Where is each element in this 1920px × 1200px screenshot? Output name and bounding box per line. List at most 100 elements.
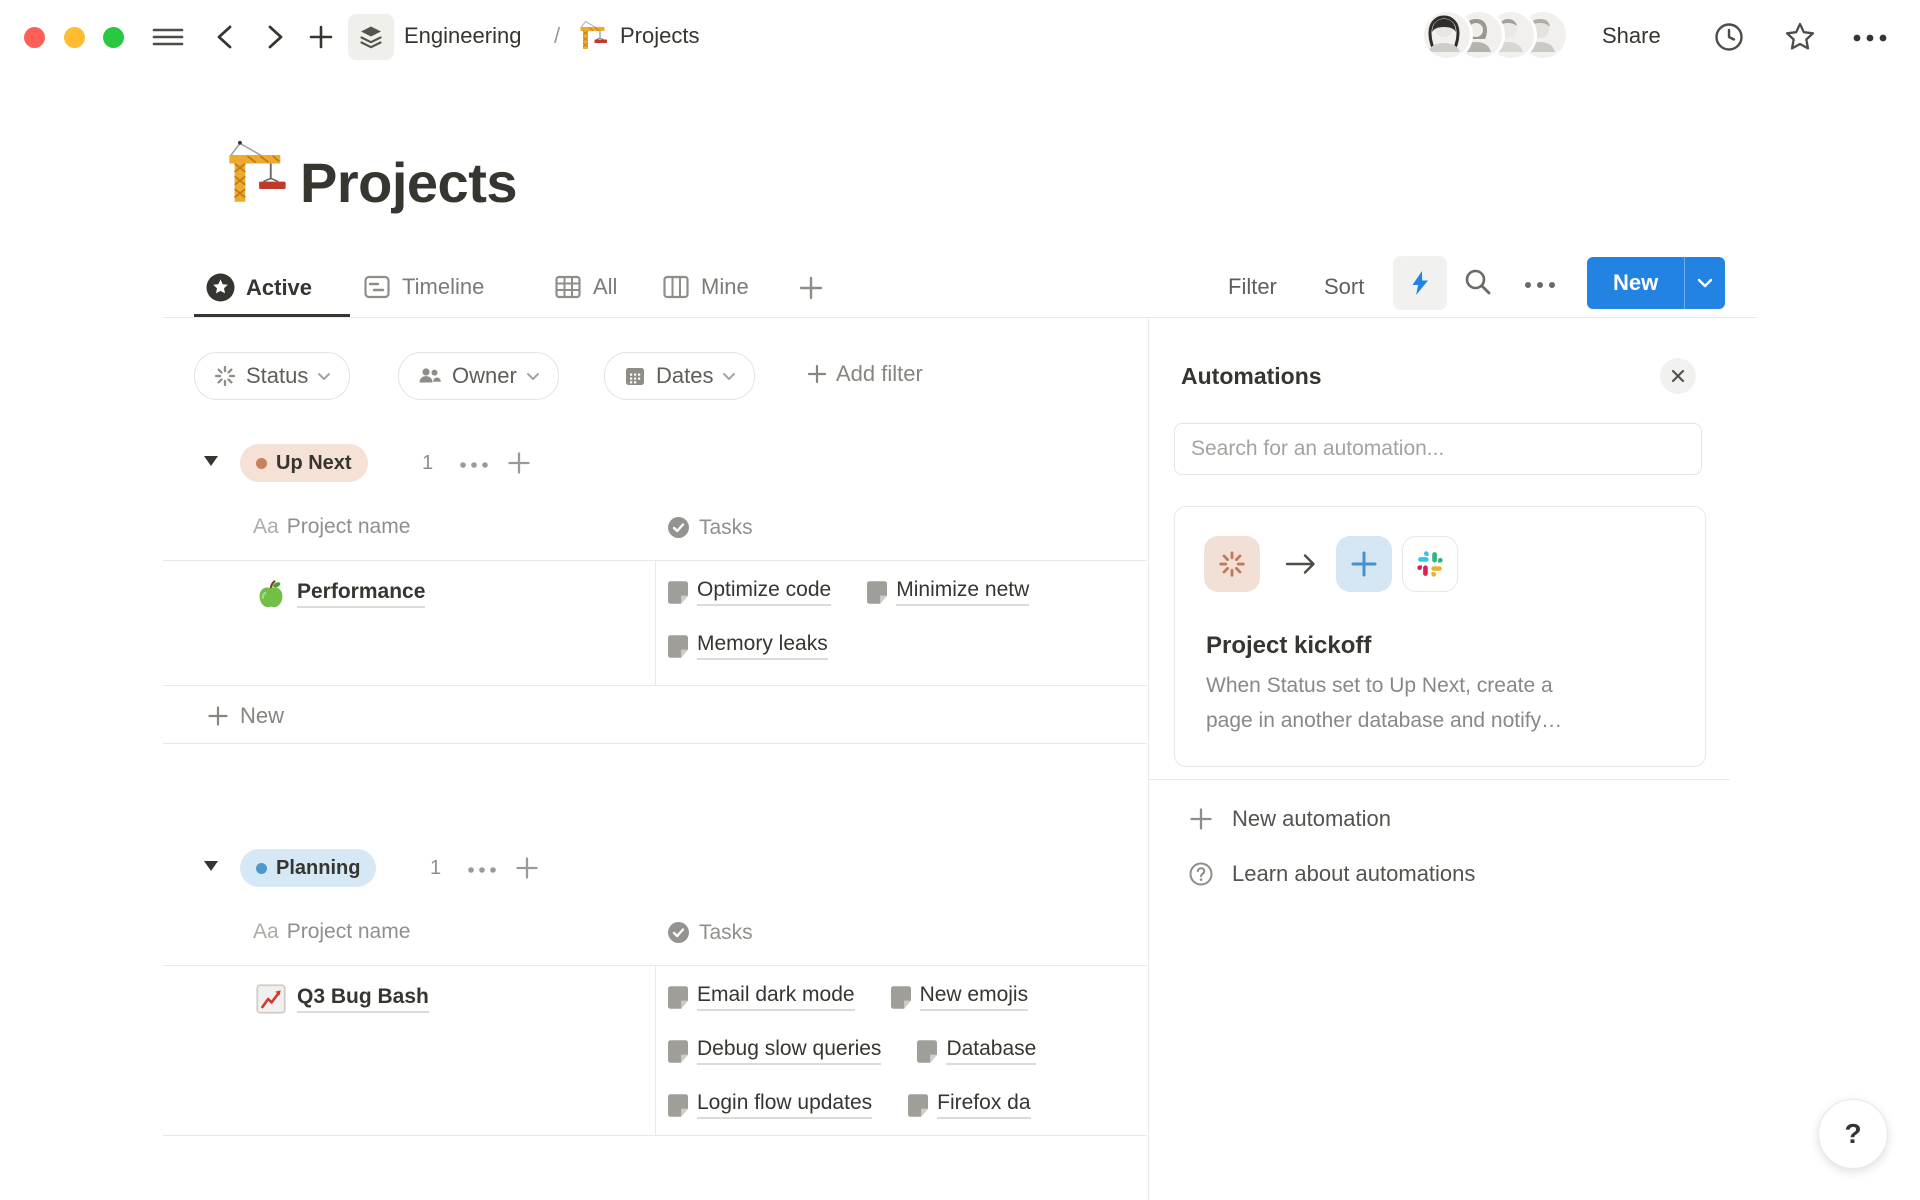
add-view-button[interactable]	[797, 274, 825, 302]
tab-label: Mine	[701, 274, 749, 300]
nav-forward-button[interactable]	[262, 22, 288, 52]
group-count: 1	[430, 857, 441, 880]
filter-chip-status[interactable]: Status	[194, 352, 350, 400]
help-button[interactable]: ?	[1818, 1099, 1888, 1169]
tasks-line: Debug slow queries Database	[668, 1037, 1147, 1065]
new-button-label[interactable]: New	[1587, 257, 1684, 309]
group-collapse-toggle[interactable]	[203, 860, 219, 872]
group-add-row-button[interactable]	[514, 855, 540, 886]
group-collapse-toggle[interactable]	[203, 455, 219, 467]
tab-label: All	[593, 274, 617, 300]
column-header-tasks[interactable]: Tasks	[666, 515, 753, 540]
project-row-performance[interactable]: Performance	[255, 578, 425, 610]
column-divider	[655, 965, 656, 1135]
learn-about-automations-link[interactable]: Learn about automations	[1188, 861, 1475, 887]
task-link[interactable]: Database	[917, 1037, 1036, 1065]
arrow-right-icon	[1281, 550, 1321, 583]
new-split-button[interactable]: New	[1587, 257, 1725, 309]
tab-mine[interactable]: Mine	[661, 272, 749, 302]
group-add-row-button[interactable]	[506, 450, 532, 481]
sidebar-toggle-button[interactable]	[150, 22, 186, 52]
filter-chip-dates[interactable]: Dates	[604, 352, 755, 400]
plus-icon	[206, 704, 230, 728]
task-link[interactable]: Email dark mode	[668, 983, 855, 1011]
column-header-label: Tasks	[699, 516, 753, 540]
filter-button[interactable]: Filter	[1228, 274, 1277, 300]
tasks-line: Optimize code Minimize netw	[668, 578, 1147, 606]
favorite-button[interactable]	[1782, 19, 1818, 55]
section-divider	[163, 743, 1147, 744]
starred-view-icon	[205, 272, 236, 303]
more-options-button[interactable]	[1850, 28, 1890, 48]
avatar[interactable]	[1421, 9, 1473, 61]
plus-icon	[514, 855, 540, 881]
filter-chip-owner[interactable]: Owner	[398, 352, 559, 400]
tab-active[interactable]: Active	[205, 272, 312, 303]
text-property-icon: Aa	[253, 515, 279, 539]
tabbar-divider	[163, 317, 1757, 318]
group-count: 1	[422, 452, 433, 475]
plus-icon	[1349, 549, 1379, 579]
breadcrumb-page[interactable]: Projects	[620, 22, 699, 50]
breadcrumb-separator: /	[554, 22, 560, 50]
automation-search-input[interactable]	[1174, 423, 1702, 475]
table-view-icon	[553, 272, 583, 302]
page-icon	[668, 986, 688, 1009]
notion-window: Engineering / Projects	[0, 0, 1920, 1200]
plus-icon	[806, 363, 828, 385]
task-link[interactable]: Login flow updates	[668, 1091, 872, 1119]
add-filter-label: Add filter	[836, 361, 923, 387]
task-link[interactable]: Firefox da	[908, 1091, 1030, 1119]
new-automation-button[interactable]: New automation	[1188, 806, 1391, 832]
help-label: ?	[1844, 1118, 1861, 1150]
page-icon	[917, 1040, 937, 1063]
column-header-project-name[interactable]: Aa Project name	[253, 920, 410, 944]
chevron-down-icon	[317, 372, 331, 381]
tasks-line: Email dark mode New emojis	[668, 983, 1147, 1011]
column-header-tasks[interactable]: Tasks	[666, 920, 753, 945]
breadcrumb-workspace[interactable]: Engineering	[404, 22, 521, 50]
window-minimize-button[interactable]	[64, 27, 85, 48]
view-options-button[interactable]	[1522, 278, 1558, 292]
group-pill-up-next[interactable]: Up Next	[240, 444, 368, 482]
tab-all[interactable]: All	[553, 272, 617, 302]
window-zoom-button[interactable]	[103, 27, 124, 48]
task-link[interactable]: Minimize netw	[867, 578, 1029, 606]
task-link[interactable]: Memory leaks	[668, 632, 828, 660]
new-button-dropdown[interactable]	[1684, 257, 1725, 309]
board-view-icon	[661, 272, 691, 302]
timeline-view-icon	[362, 272, 392, 302]
task-link[interactable]: Debug slow queries	[668, 1037, 881, 1065]
tab-timeline[interactable]: Timeline	[362, 272, 484, 302]
automations-button[interactable]	[1393, 256, 1447, 310]
panel-left-border	[1148, 319, 1149, 1200]
question-circle-icon	[1188, 861, 1214, 887]
task-link[interactable]: Optimize code	[668, 578, 831, 606]
slack-action-icon-box	[1402, 536, 1458, 592]
tasks-line: Memory leaks	[668, 632, 1147, 660]
project-row-q3-bug-bash[interactable]: Q3 Bug Bash	[255, 983, 429, 1015]
search-view-button[interactable]	[1462, 266, 1494, 298]
column-header-project-name[interactable]: Aa Project name	[253, 515, 410, 539]
close-panel-button[interactable]	[1660, 358, 1696, 394]
description-line: When Status set to Up Next, create a	[1206, 668, 1562, 703]
breadcrumb-workspace-icon-box[interactable]	[348, 14, 394, 60]
new-page-button[interactable]	[306, 22, 336, 52]
group-options-button[interactable]	[458, 458, 492, 476]
tab-label: Active	[246, 275, 312, 301]
chevron-down-icon	[722, 372, 736, 381]
description-line: page in another database and notify…	[1206, 703, 1562, 738]
page-crane-icon	[224, 138, 292, 211]
add-filter-button[interactable]: Add filter	[806, 361, 923, 387]
sort-button[interactable]: Sort	[1324, 274, 1364, 300]
task-link[interactable]: New emojis	[891, 983, 1029, 1011]
group-options-button[interactable]	[466, 863, 500, 881]
share-button[interactable]: Share	[1602, 22, 1661, 50]
add-row-button[interactable]: New	[206, 703, 284, 729]
group-pill-planning[interactable]: Planning	[240, 849, 376, 887]
history-button[interactable]	[1712, 20, 1746, 54]
row-divider	[163, 685, 1147, 686]
task-title: Debug slow queries	[697, 1037, 881, 1065]
nav-back-button[interactable]	[212, 22, 238, 52]
window-close-button[interactable]	[24, 27, 45, 48]
